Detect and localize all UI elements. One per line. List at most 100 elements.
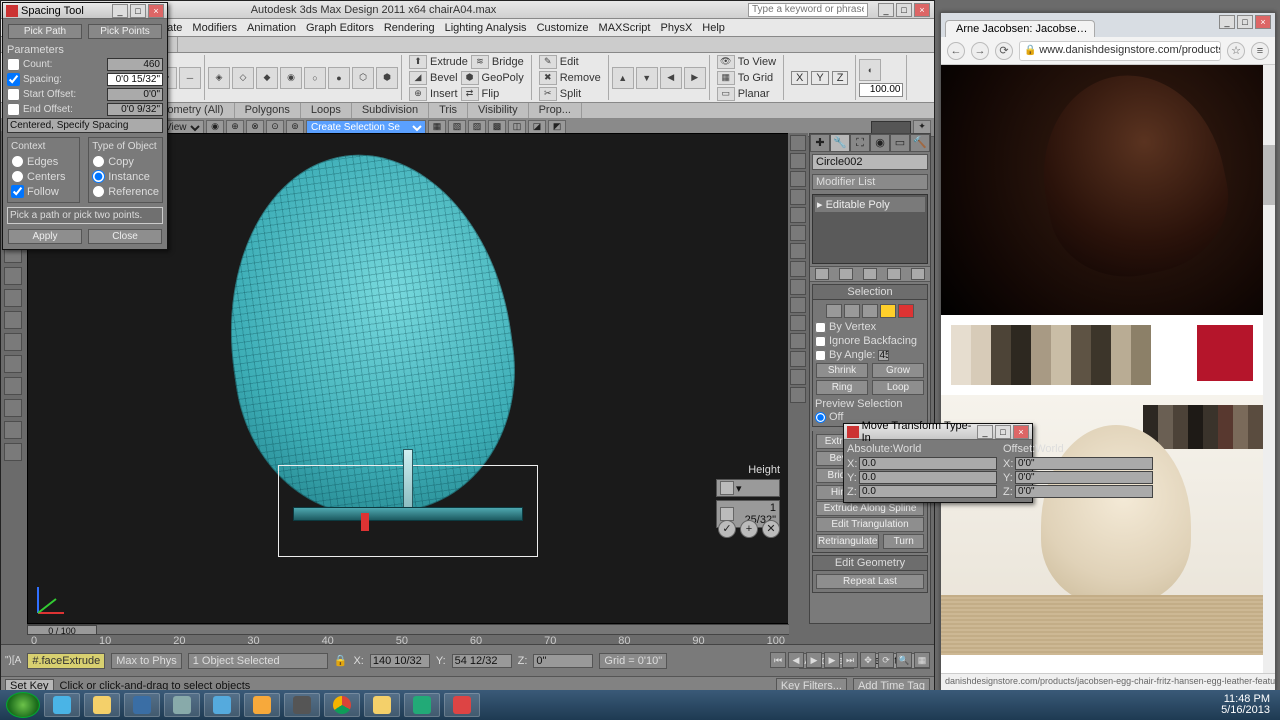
subobj-vertex[interactable] [826, 304, 842, 318]
rtool-icon[interactable] [790, 351, 806, 367]
close-btn[interactable]: Close [88, 229, 162, 244]
caddy-ok[interactable]: ✓ [718, 520, 736, 538]
chrome-close[interactable]: × [1255, 15, 1271, 29]
ribbon-icon[interactable]: ◆ [256, 67, 278, 89]
togrid-icon[interactable]: ▦ [717, 71, 735, 85]
taskbar-media[interactable] [204, 693, 240, 717]
apply-btn[interactable]: Apply [8, 229, 82, 244]
spacing-min[interactable]: _ [112, 4, 128, 18]
insert-label[interactable]: Insert [430, 88, 458, 100]
red-swatch[interactable] [1197, 325, 1253, 381]
caddy-mode-icon[interactable] [720, 481, 734, 495]
count-check[interactable] [7, 58, 20, 71]
ribbon-icon[interactable]: ◐ [859, 59, 881, 81]
nav-icon[interactable]: ⟳ [878, 652, 894, 668]
cmdtab-utilities[interactable]: 🔨 [910, 134, 930, 152]
menu-physx[interactable]: PhysX [661, 22, 693, 34]
remove-icon[interactable]: ✖ [539, 71, 557, 85]
toview-icon[interactable]: 👁 [717, 55, 735, 69]
subtab-visibility[interactable]: Visibility [468, 103, 529, 118]
abs-y[interactable] [859, 471, 997, 484]
pin-icon[interactable] [887, 268, 901, 280]
rtool-icon[interactable] [790, 369, 806, 385]
max-close-btn[interactable]: × [914, 3, 930, 17]
rtool-icon[interactable] [790, 243, 806, 259]
start-input[interactable] [107, 88, 163, 101]
rtool-icon[interactable] [790, 387, 806, 403]
reference-radio[interactable] [92, 185, 105, 198]
taskbar-3dsmax[interactable] [444, 693, 480, 717]
rtool-icon[interactable] [790, 225, 806, 241]
edges-radio[interactable] [11, 155, 24, 168]
menu-maxscript[interactable]: MAXScript [599, 22, 651, 34]
remove-label[interactable]: Remove [560, 72, 601, 84]
spacing-check[interactable] [7, 73, 20, 86]
spacing-close[interactable]: × [148, 4, 164, 18]
turn-btn[interactable]: Turn [883, 534, 924, 549]
ribbon-icon[interactable]: ─ [179, 67, 201, 89]
windows-taskbar[interactable]: 11:48 PM 5/16/2013 [0, 690, 1280, 720]
ribbon-icon[interactable]: ⬢ [376, 67, 398, 89]
nav-icon[interactable]: 🔍 [896, 652, 912, 668]
modifier-stack[interactable]: ▸ Editable Poly [812, 194, 928, 264]
abs-z[interactable] [859, 485, 997, 498]
angle-input[interactable] [878, 350, 889, 361]
bridge-label[interactable]: Bridge [492, 56, 524, 68]
spacing-input[interactable] [107, 73, 163, 86]
reload-icon[interactable]: ⟳ [995, 42, 1013, 60]
star-icon[interactable]: ☆ [1227, 42, 1245, 60]
menu-customize[interactable]: Customize [537, 22, 589, 34]
copy-radio[interactable] [92, 155, 105, 168]
subobj-element[interactable] [898, 304, 914, 318]
pin-icon[interactable] [815, 268, 829, 280]
grow-btn[interactable]: Grow [872, 363, 924, 378]
script-box[interactable]: #.faceExtrude [27, 653, 105, 669]
menu-icon[interactable]: ≡ [1251, 42, 1269, 60]
chrome-min[interactable]: _ [1219, 15, 1235, 29]
ribbon-icon[interactable]: ◉ [280, 67, 302, 89]
ltool-icon[interactable] [4, 289, 22, 307]
cmdtab-hierarchy[interactable]: ⛶ [850, 134, 870, 152]
menu-lighting[interactable]: Lighting Analysis [445, 22, 527, 34]
fwd-icon[interactable]: → [971, 42, 989, 60]
menu-rendering[interactable]: Rendering [384, 22, 435, 34]
rtool-icon[interactable] [790, 261, 806, 277]
movein-min[interactable]: _ [977, 425, 993, 439]
rtool-icon[interactable] [790, 297, 806, 313]
caddy-cancel[interactable]: ✕ [762, 520, 780, 538]
off-y[interactable] [1015, 471, 1153, 484]
ring-btn[interactable]: Ring [816, 380, 868, 395]
z-input[interactable] [533, 654, 593, 668]
planar-label[interactable]: Planar [738, 88, 770, 100]
taskbar-app2[interactable] [244, 693, 280, 717]
max-restore-btn[interactable]: □ [896, 3, 912, 17]
z-btn[interactable]: Z [832, 71, 849, 85]
instance-radio[interactable] [92, 170, 105, 183]
menu-animation[interactable]: Animation [247, 22, 296, 34]
togrid-label[interactable]: To Grid [738, 72, 773, 84]
bevel-icon[interactable]: ◢ [409, 71, 427, 85]
centers-radio[interactable] [11, 170, 24, 183]
ribbon-icon[interactable]: ▲ [612, 67, 634, 89]
ltool-icon[interactable] [4, 443, 22, 461]
selection-rollout[interactable]: Selection [812, 284, 928, 300]
ribbon-icon[interactable]: ▼ [636, 67, 658, 89]
off-z[interactable] [1015, 485, 1153, 498]
taskbar-app3[interactable] [284, 693, 320, 717]
chair-base[interactable] [293, 479, 523, 539]
ribbon-icon[interactable]: ● [328, 67, 350, 89]
subtab-polygons[interactable]: Polygons [235, 103, 301, 118]
bevel-label[interactable]: Bevel [430, 72, 458, 84]
subtab-subdivision[interactable]: Subdivision [352, 103, 429, 118]
system-tray[interactable]: 11:48 PM 5/16/2013 [1221, 694, 1274, 716]
cmdtab-modify[interactable]: 🔧 [830, 134, 850, 152]
pickpath-btn[interactable]: Pick Path [8, 24, 82, 39]
end-input[interactable] [107, 103, 163, 116]
caddy-apply[interactable]: + [740, 520, 758, 538]
subtab-prop[interactable]: Prop... [529, 103, 582, 118]
chrome-page[interactable] [941, 65, 1263, 673]
pin-icon[interactable] [911, 268, 925, 280]
start-check[interactable] [7, 88, 20, 101]
toview-label[interactable]: To View [738, 56, 776, 68]
insert-icon[interactable]: ⊕ [409, 87, 427, 101]
